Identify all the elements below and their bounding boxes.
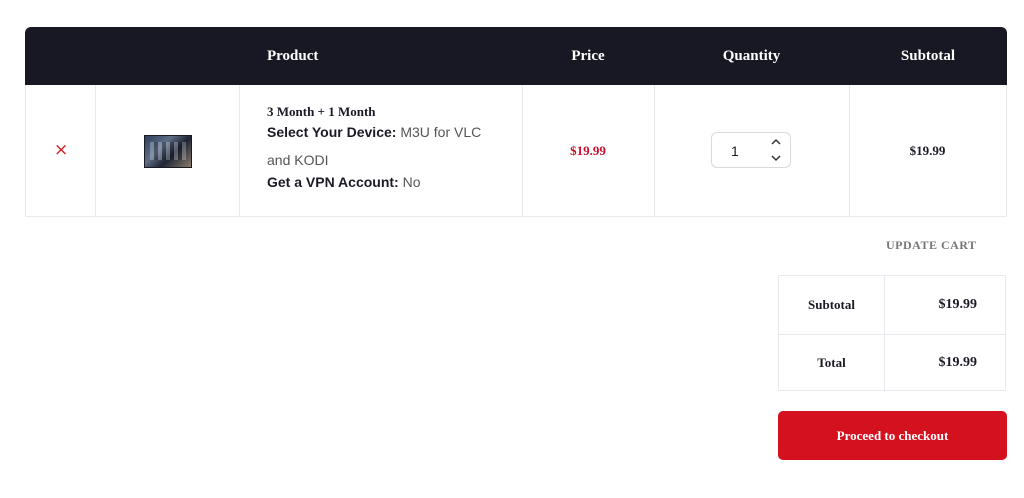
header-price: Price	[571, 48, 605, 64]
cell-divider	[95, 85, 96, 216]
cart-table-header: Product Price Quantity Subtotal	[25, 27, 1007, 85]
vpn-label: Get a VPN Account:	[267, 174, 399, 190]
totals-subtotal-value: $19.99	[938, 297, 978, 312]
device-label: Select Your Device:	[267, 124, 397, 140]
chevron-down-icon[interactable]	[770, 152, 782, 164]
totals-total-row: Total $19.99	[779, 334, 1005, 392]
vpn-option: Get a VPN Account: No	[267, 174, 421, 190]
header-quantity: Quantity	[722, 48, 781, 64]
product-title[interactable]: 3 Month + 1 Month	[267, 104, 376, 120]
vpn-value: No	[402, 174, 421, 190]
cart-totals: Subtotal $19.99 Total $19.99	[778, 275, 1006, 392]
cell-divider	[654, 85, 655, 216]
cell-divider	[239, 85, 240, 216]
header-remove-col	[25, 27, 95, 85]
totals-total-label: Total	[779, 334, 885, 392]
item-price: $19.99	[570, 143, 606, 158]
header-thumbnail-col	[95, 27, 239, 85]
quantity-stepper[interactable]: 1	[711, 132, 791, 168]
header-subtotal: Subtotal	[900, 48, 956, 64]
device-option: Select Your Device: M3U for VLC	[267, 124, 481, 140]
totals-subtotal-row: Subtotal $19.99	[779, 276, 1005, 335]
device-value-cont: and KODI	[267, 152, 329, 168]
device-value: M3U for VLC	[400, 124, 482, 140]
update-cart-button[interactable]: UPDATE CART	[886, 238, 977, 253]
chevron-up-icon[interactable]	[770, 136, 782, 148]
totals-subtotal-label: Subtotal	[779, 276, 885, 334]
header-product: Product	[267, 48, 319, 64]
proceed-to-checkout-button[interactable]: Proceed to checkout	[778, 411, 1007, 460]
product-thumbnail[interactable]	[144, 135, 192, 168]
remove-item-icon[interactable]: ×	[54, 142, 68, 159]
quantity-value[interactable]: 1	[731, 143, 739, 159]
item-subtotal: $19.99	[909, 143, 946, 158]
totals-total-value: $19.99	[938, 355, 978, 370]
